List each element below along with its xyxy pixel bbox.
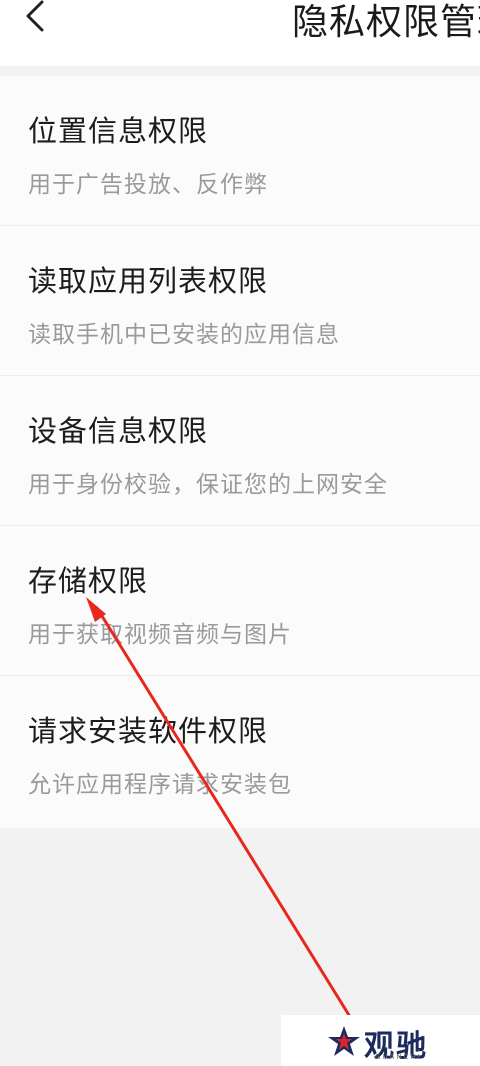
top-bar: 隐私权限管理	[0, 0, 480, 66]
permission-item-install-packages[interactable]: 请求安装软件权限 允许应用程序请求安装包	[0, 676, 480, 826]
permission-item-location[interactable]: 位置信息权限 用于广告投放、反作弊	[0, 76, 480, 226]
permission-description: 允许应用程序请求安装包	[28, 772, 292, 798]
permission-description: 用于身份校验，保证您的上网安全	[28, 472, 388, 498]
permission-item-device-info[interactable]: 设备信息权限 用于身份校验，保证您的上网安全	[0, 376, 480, 526]
page-title: 隐私权限管理	[292, 2, 480, 43]
permission-description: 读取手机中已安装的应用信息	[28, 322, 340, 348]
watermark-logo: 观驰 GUANCHI	[281, 1015, 480, 1066]
permission-title: 位置信息权限	[28, 114, 209, 148]
chevron-left-icon	[26, 0, 44, 32]
permission-list: 位置信息权限 用于广告投放、反作弊 读取应用列表权限 读取手机中已安装的应用信息…	[0, 76, 480, 828]
permission-description: 用于广告投放、反作弊	[28, 172, 268, 198]
permission-title: 请求安装软件权限	[28, 714, 269, 748]
star-logo-icon	[328, 1026, 360, 1056]
permission-title: 读取应用列表权限	[28, 264, 269, 298]
watermark-subtitle: GUANCHI	[375, 1053, 422, 1061]
back-button[interactable]	[18, 0, 58, 40]
permission-item-app-list[interactable]: 读取应用列表权限 读取手机中已安装的应用信息	[0, 226, 480, 376]
permission-title: 存储权限	[28, 564, 149, 598]
permission-title: 设备信息权限	[28, 414, 209, 448]
permission-item-storage[interactable]: 存储权限 用于获取视频音频与图片	[0, 526, 480, 676]
permission-description: 用于获取视频音频与图片	[28, 622, 292, 648]
